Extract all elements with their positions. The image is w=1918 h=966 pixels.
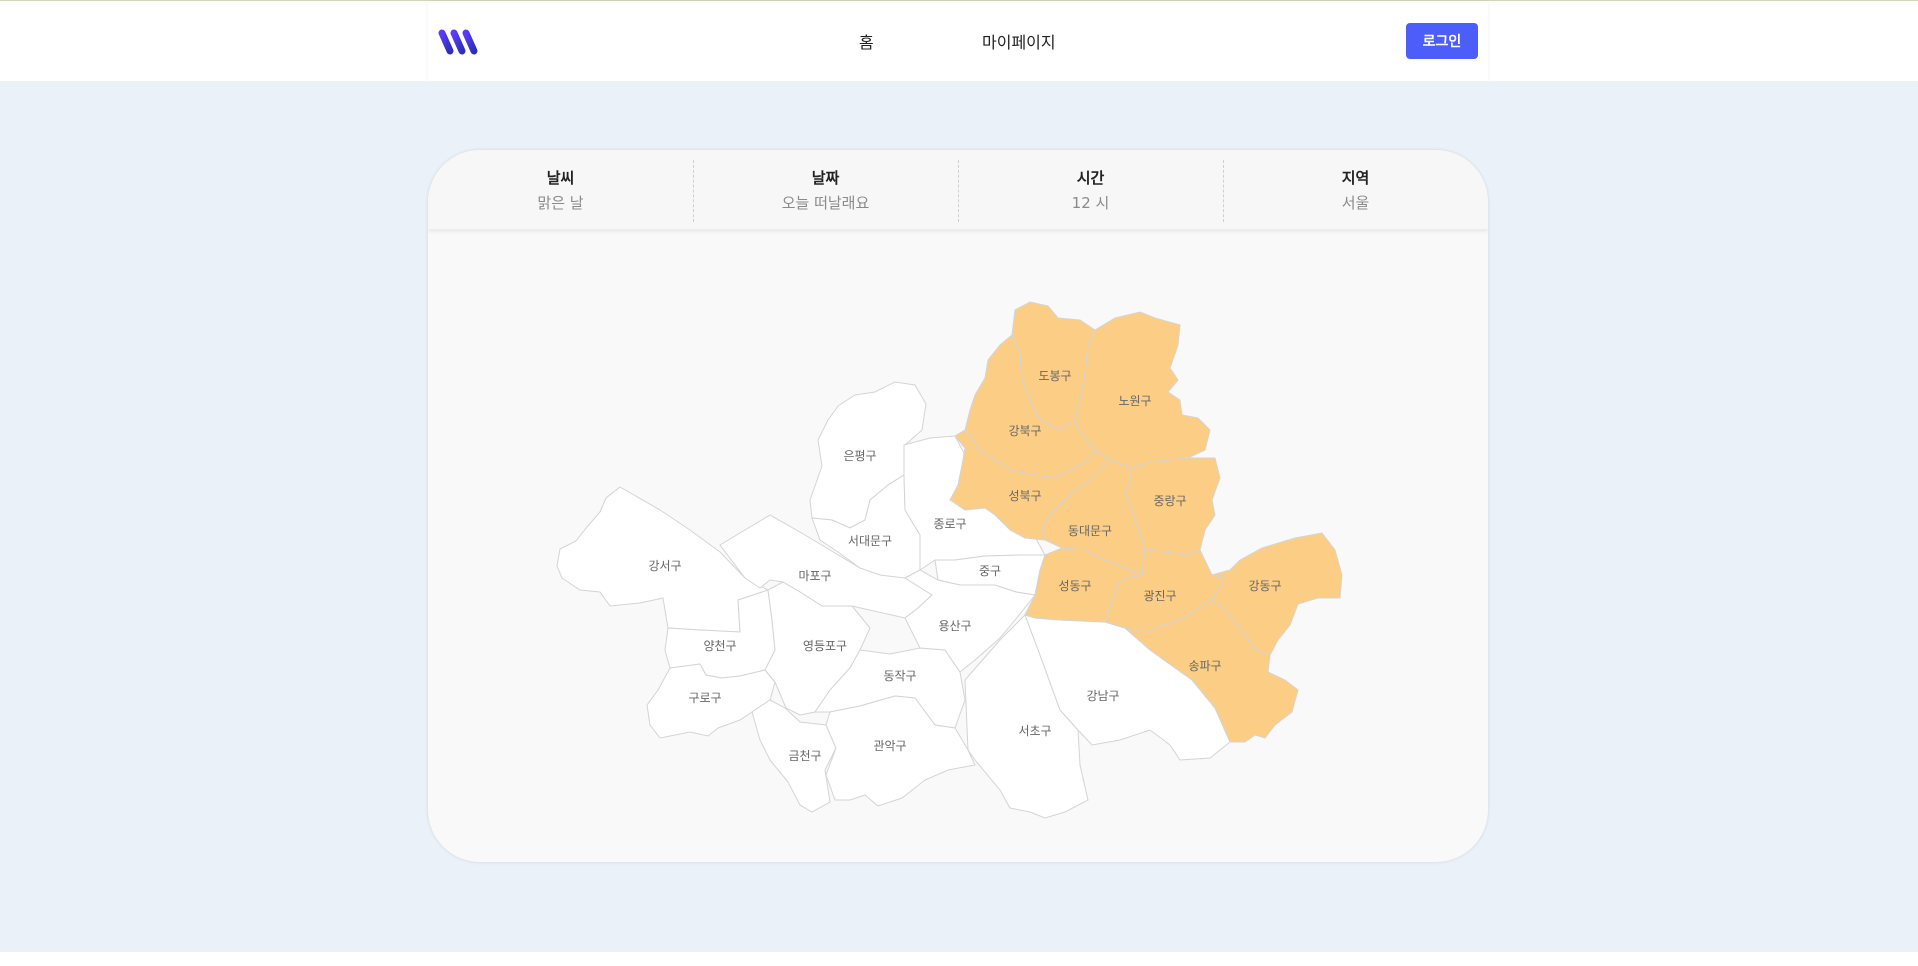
time-filter[interactable]: 시간 12 시 [958, 150, 1223, 230]
district-label: 구로구 [688, 691, 721, 705]
district-label: 서초구 [1018, 724, 1051, 738]
district-label: 성북구 [1008, 489, 1041, 503]
district-nowon[interactable]: 노원구 [1074, 311, 1211, 469]
region-value: 서울 [1341, 194, 1370, 212]
district-label: 동대문구 [1068, 524, 1112, 538]
logo-icon[interactable] [438, 27, 482, 57]
district-label: 동작구 [883, 669, 916, 683]
seoul-district-map: 강서구 양천구 구로구 금천구 마포구 영등포구 동작구 관악구 은평구 서대문… [556, 301, 1343, 819]
login-button[interactable]: 로그인 [1406, 23, 1478, 59]
date-label: 날짜 [811, 169, 840, 187]
weather-label: 날씨 [546, 169, 575, 187]
district-label: 금천구 [788, 748, 821, 763]
district-label: 도봉구 [1038, 369, 1071, 383]
district-label: 송파구 [1188, 659, 1221, 673]
filter-bar: 날씨 맑은 날 날짜 오늘 떠날래요 시간 12 시 지역 서울 [428, 150, 1488, 230]
district-label: 마포구 [798, 569, 831, 583]
district-label: 중랑구 [1153, 494, 1186, 508]
district-label: 양천구 [703, 638, 736, 653]
date-value: 오늘 떠날래요 [781, 194, 870, 212]
weather-value: 맑은 날 [537, 194, 584, 212]
district-label: 노원구 [1118, 394, 1151, 408]
district-label: 강동구 [1248, 579, 1281, 593]
date-filter[interactable]: 날짜 오늘 떠날래요 [693, 150, 958, 230]
district-label: 중구 [979, 564, 1001, 578]
region-filter[interactable]: 지역 서울 [1223, 150, 1488, 230]
district-label: 강서구 [648, 559, 681, 573]
district-label: 성동구 [1058, 579, 1091, 593]
time-value: 12 시 [1071, 194, 1110, 212]
weather-filter[interactable]: 날씨 맑은 날 [428, 150, 693, 230]
map-card: 날씨 맑은 날 날짜 오늘 떠날래요 시간 12 시 지역 서울 강서구 양천구 [428, 150, 1488, 862]
district-label: 영등포구 [803, 639, 847, 653]
region-label: 지역 [1341, 169, 1370, 187]
nav-mypage[interactable]: 마이페이지 [982, 29, 1056, 53]
header: 홈 마이페이지 로그인 [428, 1, 1488, 81]
district-geumcheon[interactable]: 금천구 [751, 699, 837, 813]
district-label: 종로구 [933, 517, 966, 531]
district-label: 서대문구 [848, 534, 892, 548]
time-label: 시간 [1076, 169, 1105, 187]
district-label: 용산구 [938, 619, 971, 633]
district-label: 관악구 [873, 739, 906, 753]
nav-home[interactable]: 홈 [859, 29, 874, 53]
district-label: 강북구 [1008, 424, 1041, 438]
district-label: 광진구 [1143, 589, 1176, 603]
district-label: 은평구 [843, 449, 876, 463]
district-label: 강남구 [1086, 689, 1119, 703]
